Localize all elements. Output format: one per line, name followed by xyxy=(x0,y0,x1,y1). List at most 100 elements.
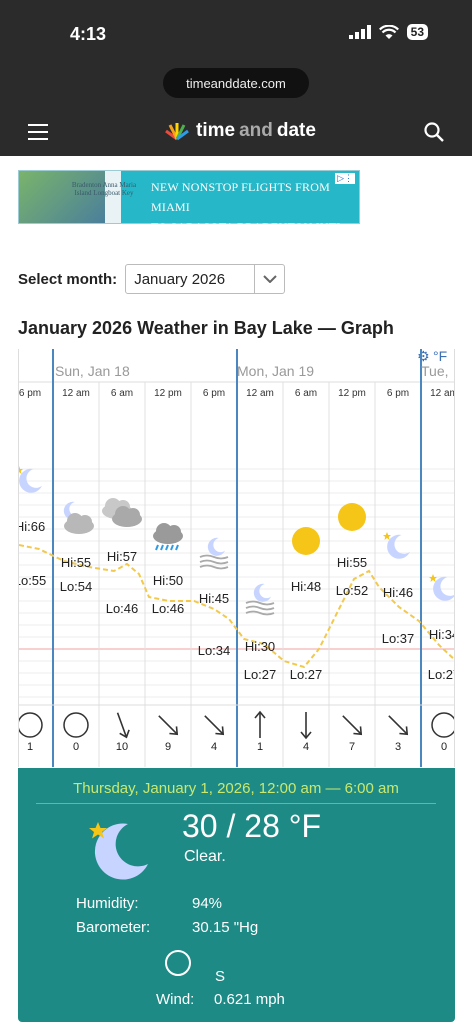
wind-arrow-icon xyxy=(116,712,130,739)
rain-icon xyxy=(153,523,183,551)
hour-label: 12 pm xyxy=(154,388,182,399)
high-temp-label: Hi:48 xyxy=(291,579,321,594)
month-select[interactable]: January 2026 xyxy=(125,264,286,294)
wind-calm-icon xyxy=(19,712,43,738)
page-title: January 2026 Weather in Bay Lake — Graph xyxy=(18,318,394,338)
browser-url-area: timeanddate.com xyxy=(0,60,472,106)
wifi-icon xyxy=(378,24,399,39)
month-selector-row: Select month: January 2026 xyxy=(18,264,286,294)
humidity-value: 94% xyxy=(192,895,223,912)
high-temp-label: Hi:30 xyxy=(245,639,275,654)
month-label: Select month: xyxy=(18,270,118,288)
wind-arrow-icon xyxy=(204,715,225,736)
wind-label: Wind: xyxy=(156,991,195,1008)
barometer-row: Barometer: 30.15 "Hg xyxy=(76,919,258,936)
wind-speed-label: 4 xyxy=(303,741,309,753)
low-temp-label: Lo:27 xyxy=(428,667,455,682)
clear-night-icon xyxy=(89,822,148,880)
ad-choices-icon[interactable]: ▷⋮ xyxy=(335,173,355,184)
detail-header: Thursday, January 1, 2026, 12:00 am — 6:… xyxy=(36,780,436,804)
wind-speed-label: 0 xyxy=(73,741,79,753)
hour-label: 6 am xyxy=(111,388,133,399)
barometer-label: Barometer: xyxy=(76,919,151,936)
day-label: Sun, Jan 18 xyxy=(55,363,130,379)
ad-sub-text: Bradenton Anna Maria Island Longboat Key xyxy=(71,181,137,197)
high-temp-label: Hi:34 xyxy=(429,627,455,642)
high-temp-label: Hi:55 xyxy=(337,555,367,570)
status-icons: 53 xyxy=(348,24,428,40)
fog-night-icon xyxy=(245,583,275,616)
high-temp-label: Hi:66 xyxy=(19,519,45,534)
wind-speed-label: 4 xyxy=(211,741,217,753)
detail-temperature: 30 / 28 °F xyxy=(182,808,322,844)
low-temp-label: Lo:55 xyxy=(19,573,46,588)
wind-arrow-icon xyxy=(254,710,266,738)
status-bar: 4:13 53 xyxy=(0,0,472,60)
wind-arrow-icon xyxy=(388,715,409,736)
low-temp-label: Lo:34 xyxy=(198,643,231,658)
site-logo[interactable]: time and date xyxy=(162,120,316,142)
wind-calm-icon xyxy=(63,712,89,738)
wind-arrow-icon xyxy=(300,712,312,740)
wind-speed-label: 3 xyxy=(395,741,401,753)
weather-graph-svg: ⚙ °F Sun, Jan 18 Mon, Jan 19 Tue,6 pm 12 am… xyxy=(19,349,455,767)
hour-label: 6 pm xyxy=(387,388,409,399)
humidity-row: Humidity: 94% xyxy=(76,895,222,912)
hour-label: 12 am xyxy=(62,388,90,399)
chevron-down-icon[interactable] xyxy=(254,265,284,293)
day-label: Mon, Jan 19 xyxy=(237,363,314,379)
ad-banner[interactable]: Bradenton Anna Maria Island Longboat Key… xyxy=(18,170,360,254)
cloudy-night-icon xyxy=(63,501,94,534)
low-temp-label: Lo:46 xyxy=(152,601,185,616)
menu-icon[interactable] xyxy=(28,124,48,140)
hour-label: 6 pm xyxy=(19,388,41,399)
high-temp-label: Hi:55 xyxy=(61,555,91,570)
clear-night-icon xyxy=(429,574,454,601)
high-temp-label: Hi:50 xyxy=(153,573,183,588)
high-temp-label: Hi:45 xyxy=(199,591,229,606)
hour-label: 6 am xyxy=(295,388,317,399)
logo-sunburst-icon xyxy=(165,123,189,141)
hour-label: 6 pm xyxy=(203,388,225,399)
moon-icon xyxy=(19,466,42,493)
hour-label: 12 pm xyxy=(338,388,366,399)
wind-speed-label: 7 xyxy=(349,741,355,753)
ad-text: NEW NONSTOP FLIGHTS FROM MIAMI TO SARASO… xyxy=(151,177,357,257)
detail-panel: Thursday, January 1, 2026, 12:00 am — 6:… xyxy=(18,768,455,1022)
hour-label: 12 am xyxy=(246,388,274,399)
low-temp-label: Lo:54 xyxy=(60,579,93,594)
clear-night-icon xyxy=(383,532,410,559)
search-icon[interactable] xyxy=(424,122,444,142)
low-temp-label: Lo:52 xyxy=(336,583,369,598)
unit-label[interactable]: °F xyxy=(433,349,447,364)
day-label: Tue, xyxy=(421,363,449,379)
wind-speed-label: 1 xyxy=(27,741,33,753)
wind-speed-label: 1 xyxy=(257,741,263,753)
high-temp-label: Hi:46 xyxy=(383,585,413,600)
sun-icon xyxy=(338,503,366,531)
ad-photo xyxy=(19,171,105,223)
wind-speed-label: 0 xyxy=(441,741,447,753)
wind-arrow-icon xyxy=(158,715,179,736)
battery-indicator: 53 xyxy=(406,24,428,40)
logo-text-time: time xyxy=(196,120,236,141)
ad-line-1: NEW NONSTOP FLIGHTS FROM MIAMI xyxy=(151,180,330,214)
wind-value: 0.621 mph xyxy=(214,991,285,1008)
wind-calm-icon xyxy=(165,950,191,976)
site-nav: time and date xyxy=(0,106,472,156)
weather-graph[interactable]: ⚙ °F Sun, Jan 18 Mon, Jan 19 Tue, 6 pm 12 am… xyxy=(18,349,455,767)
barometer-value: 30.15 "Hg xyxy=(192,919,259,936)
status-time: 4:13 xyxy=(70,24,107,44)
cloudy-icon xyxy=(102,498,142,527)
ad-line-2: TO SARASOTA BRADENTON INTL AIRPORT xyxy=(151,220,344,254)
url-bar[interactable]: timeanddate.com xyxy=(163,68,309,98)
logo-text-date: date xyxy=(276,120,316,141)
signal-icon xyxy=(348,25,371,39)
humidity-label: Humidity: xyxy=(76,895,139,912)
logo-text-and: and xyxy=(239,120,273,141)
sun-icon xyxy=(292,527,320,555)
wind-direction: S xyxy=(215,968,226,985)
low-temp-label: Lo:27 xyxy=(244,667,277,682)
month-select-value: January 2026 xyxy=(134,270,226,288)
hour-label: 12 am xyxy=(430,388,455,399)
